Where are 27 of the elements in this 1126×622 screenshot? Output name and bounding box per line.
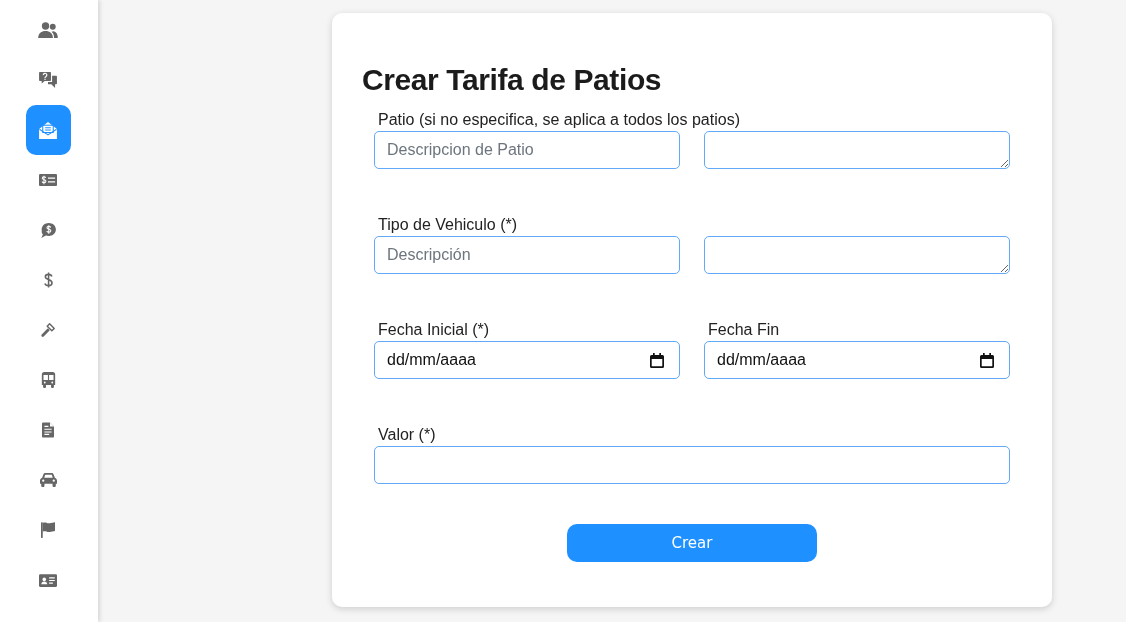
text-field[interactable]: Descripcion de Patio — [374, 131, 680, 169]
document-icon — [42, 422, 54, 438]
id-card-icon — [39, 573, 57, 587]
users-icon — [38, 22, 58, 38]
text-field[interactable] — [374, 446, 1010, 484]
calendar-icon[interactable] — [980, 353, 994, 368]
field-label: Fecha Inicial (*) — [378, 320, 490, 340]
envelope-icon — [39, 121, 57, 139]
field-label: Valor (*) — [378, 425, 436, 445]
submit-button[interactable]: Crear — [567, 524, 817, 562]
field-label: Patio (si no especifica, se aplica a todos los patios) — [378, 110, 740, 130]
date-field[interactable]: dd/mm/aaaa — [704, 341, 1010, 379]
text-field[interactable]: Descripción — [374, 236, 680, 274]
field-label: Fecha Fin — [708, 320, 780, 340]
chat-question-icon — [39, 72, 57, 88]
money-card-icon — [39, 174, 57, 186]
bus-icon — [40, 372, 56, 388]
flag-icon — [41, 522, 55, 538]
car-icon — [39, 473, 57, 487]
dollar-icon — [43, 272, 53, 288]
calendar-icon[interactable] — [650, 353, 664, 368]
date-field[interactable]: dd/mm/aaaa — [374, 341, 680, 379]
form-title: Crear Tarifa de Patios — [362, 62, 663, 98]
hammer-icon — [40, 322, 56, 338]
money-chat-icon — [40, 222, 56, 238]
sidebar-item[interactable] — [25, 105, 71, 155]
field-label: Tipo de Vehiculo (*) — [378, 215, 518, 235]
